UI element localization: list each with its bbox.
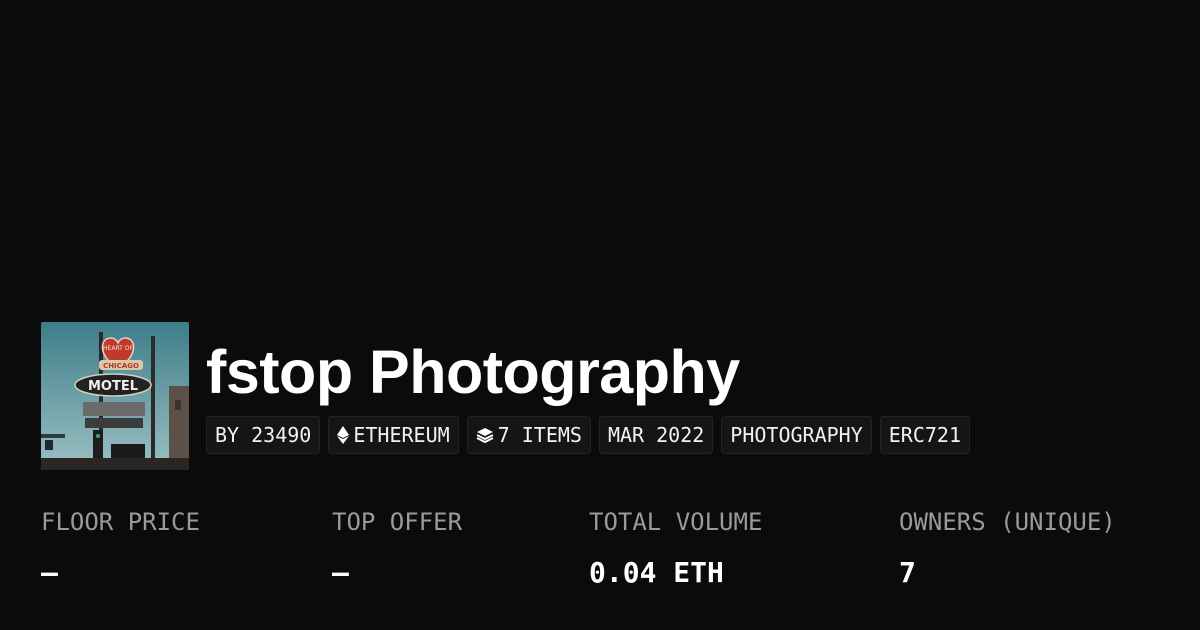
category-tag-label: PHOTOGRAPHY	[730, 423, 863, 447]
collection-title: fstop Photography	[206, 338, 740, 406]
standard-tag-label: ERC721	[888, 423, 961, 447]
owners-stat: OWNERS (UNIQUE) 7	[899, 506, 1116, 590]
collection-preview-card: HEART OF CHICAGO MOTEL fstop Photography…	[0, 0, 1200, 630]
sign-top-text: HEART OF	[103, 345, 133, 352]
collection-thumbnail: HEART OF CHICAGO MOTEL	[41, 322, 189, 470]
total-volume-stat: TOTAL VOLUME 0.04 ETH	[589, 506, 762, 590]
floor-price-stat: FLOOR PRICE –	[41, 506, 200, 590]
collection-tags: BY 23490 ETHEREUM 7 ITEMS MAR 2022 PHOTO…	[206, 416, 970, 454]
owners-label: OWNERS (UNIQUE)	[899, 508, 1116, 536]
top-offer-stat: TOP OFFER –	[332, 506, 462, 590]
creator-tag-label: BY 23490	[215, 423, 312, 447]
chain-tag[interactable]: ETHEREUM	[328, 416, 459, 454]
chain-tag-label: ETHEREUM	[353, 423, 450, 447]
top-offer-value: –	[332, 556, 349, 589]
date-tag-label: MAR 2022	[607, 423, 705, 447]
category-tag[interactable]: PHOTOGRAPHY	[721, 416, 872, 454]
standard-tag: ERC721	[879, 416, 970, 454]
sign-mid-text: CHICAGO	[103, 362, 139, 370]
items-tag-label: 7 ITEMS	[497, 423, 582, 447]
layers-icon	[476, 427, 494, 443]
floor-price-value: –	[41, 556, 58, 589]
date-tag: MAR 2022	[598, 416, 714, 454]
sign-main-text: MOTEL	[88, 379, 138, 394]
items-tag[interactable]: 7 ITEMS	[466, 416, 591, 454]
total-volume-value: 0.04 ETH	[589, 556, 724, 589]
ethereum-icon	[337, 426, 350, 444]
top-offer-label: TOP OFFER	[332, 508, 463, 536]
owners-value: 7	[899, 556, 916, 589]
total-volume-label: TOTAL VOLUME	[589, 508, 763, 536]
floor-price-label: FLOOR PRICE	[41, 508, 200, 536]
creator-tag[interactable]: BY 23490	[206, 416, 321, 454]
